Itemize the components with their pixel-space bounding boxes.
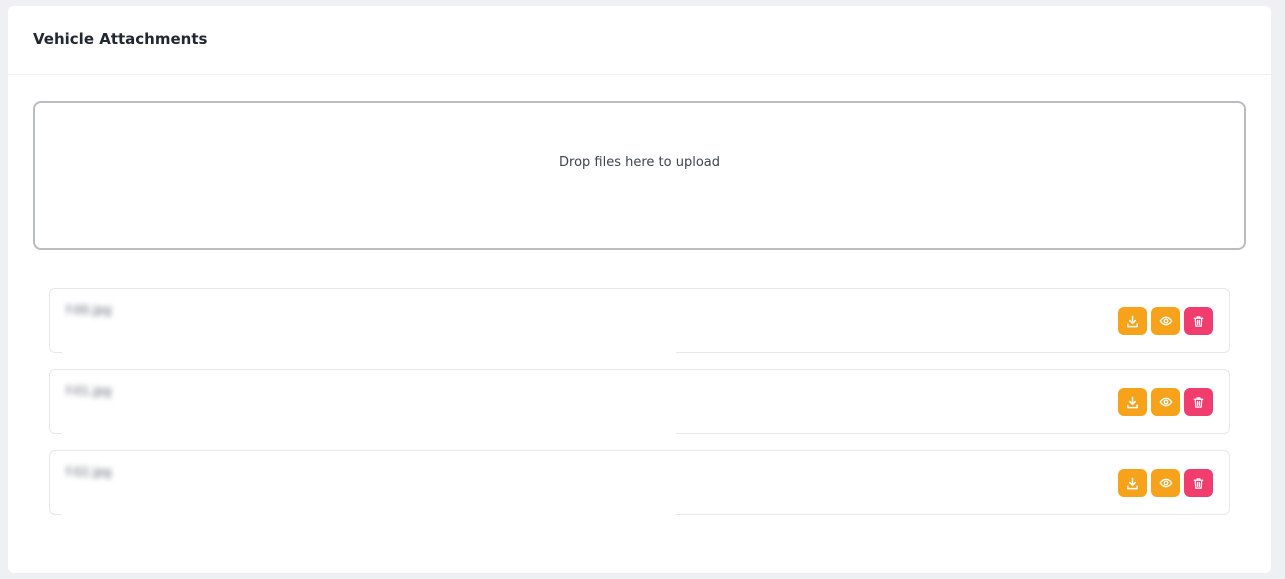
file-name: f-01.jpg xyxy=(66,384,112,398)
download-icon xyxy=(1126,315,1139,328)
download-button[interactable] xyxy=(1118,469,1147,497)
list-item: f-00.jpg xyxy=(49,288,1230,353)
eye-icon xyxy=(1159,476,1173,490)
delete-button[interactable] xyxy=(1184,469,1213,497)
file-name: f-02.jpg xyxy=(66,465,112,479)
list-item: f-01.jpg xyxy=(49,369,1230,434)
download-icon xyxy=(1126,396,1139,409)
file-list: f-00.jpg f-01.jpg f-02.jpg xyxy=(49,288,1230,531)
file-actions xyxy=(1118,388,1213,416)
delete-button[interactable] xyxy=(1184,388,1213,416)
view-button[interactable] xyxy=(1151,307,1180,335)
delete-button[interactable] xyxy=(1184,307,1213,335)
trash-icon xyxy=(1192,477,1205,490)
file-info: f-00.jpg xyxy=(62,289,676,353)
view-button[interactable] xyxy=(1151,469,1180,497)
file-info: f-01.jpg xyxy=(62,370,676,434)
trash-icon xyxy=(1192,396,1205,409)
trash-icon xyxy=(1192,315,1205,328)
attachments-card: Vehicle Attachments Drop files here to u… xyxy=(8,6,1271,573)
file-info: f-02.jpg xyxy=(62,451,676,515)
download-button[interactable] xyxy=(1118,388,1147,416)
page-title: Vehicle Attachments xyxy=(33,30,208,48)
download-icon xyxy=(1126,477,1139,490)
view-button[interactable] xyxy=(1151,388,1180,416)
file-actions xyxy=(1118,307,1213,335)
list-item: f-02.jpg xyxy=(49,450,1230,515)
card-header: Vehicle Attachments xyxy=(8,6,1271,75)
file-dropzone[interactable]: Drop files here to upload xyxy=(33,101,1246,250)
file-actions xyxy=(1118,469,1213,497)
file-name: f-00.jpg xyxy=(66,303,112,317)
eye-icon xyxy=(1159,395,1173,409)
download-button[interactable] xyxy=(1118,307,1147,335)
dropzone-text: Drop files here to upload xyxy=(559,154,720,170)
eye-icon xyxy=(1159,314,1173,328)
